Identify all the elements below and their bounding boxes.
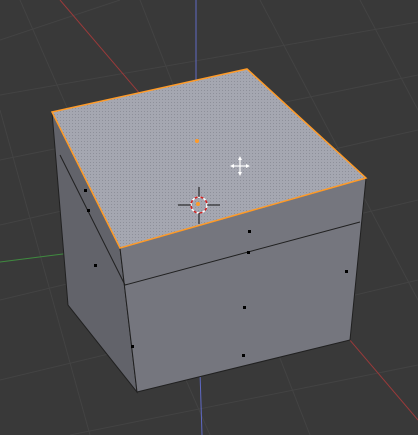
3d-viewport[interactable] <box>0 0 418 435</box>
z-axis-line-lower <box>199 371 203 435</box>
object-origin <box>195 139 199 143</box>
cube-mesh[interactable] <box>50 68 368 394</box>
